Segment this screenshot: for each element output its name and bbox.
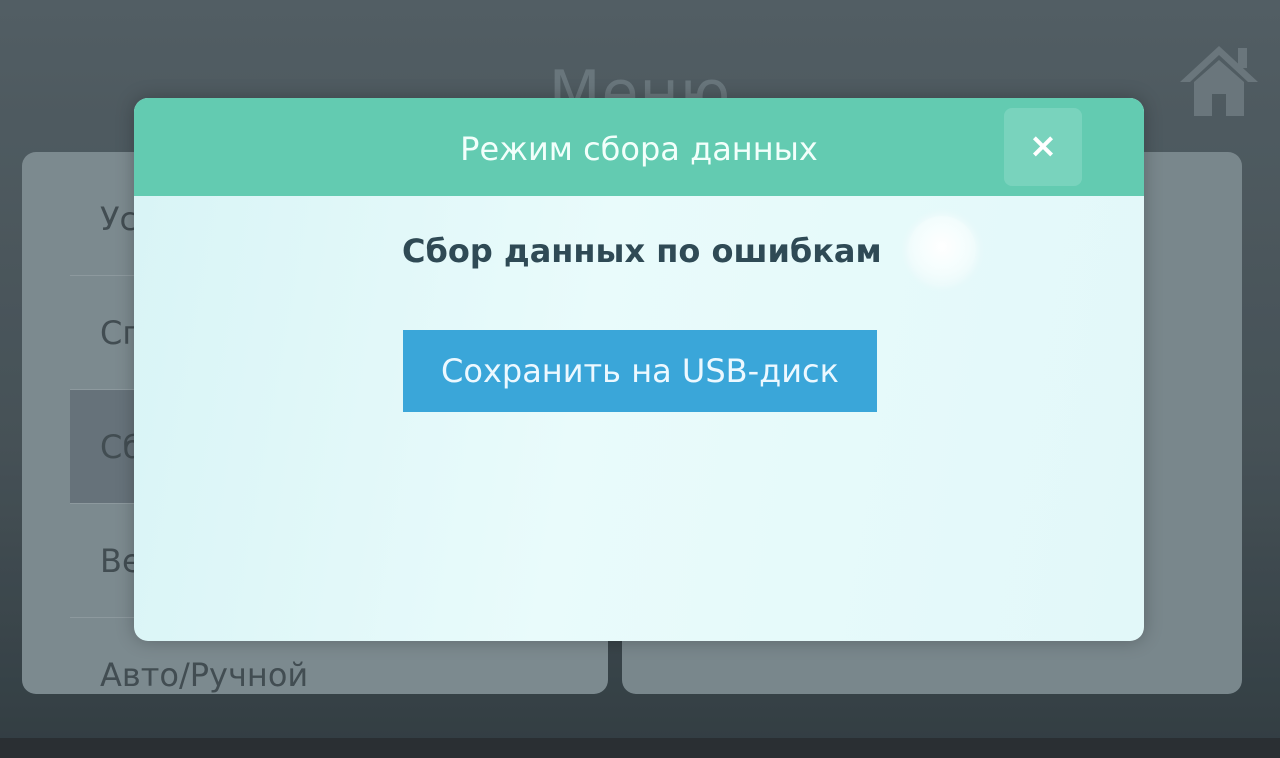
save-to-usb-button[interactable]: Сохранить на USB-диск [403,330,877,412]
dialog-header: Режим сбора данных × [134,98,1144,196]
close-button[interactable]: × [1004,108,1082,186]
error-data-collection-label: Сбор данных по ошибкам [402,232,882,270]
error-data-collection-toggle[interactable] [908,216,976,284]
device-screen: Меню Ус Сп Сб Ве Авто/Ручной Режим сбора… [0,0,1280,740]
dialog-title: Режим сбора данных [460,130,818,168]
data-collection-dialog: Режим сбора данных × Сбор данных по ошиб… [134,98,1144,641]
close-icon: × [1028,126,1058,166]
device-bezel [0,738,1280,758]
